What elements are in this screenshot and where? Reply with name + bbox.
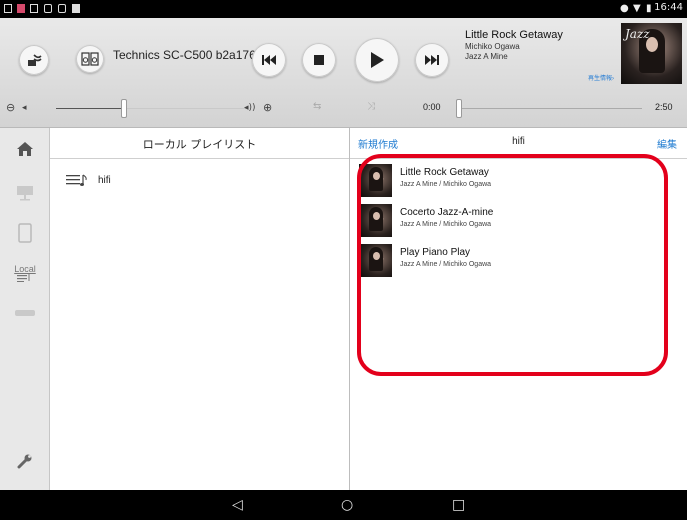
now-playing-title: Little Rock Getaway [465,29,563,41]
network-icon [17,186,33,201]
sidebar-item-network[interactable] [10,178,40,208]
status-bar: ● ▼ ▮ 16:44 [0,0,687,18]
home-icon [17,142,33,156]
skip-next-icon [425,55,439,65]
playlist-icon [66,174,87,186]
battery-icon: ▮ [646,3,652,14]
download-icon [58,4,66,13]
now-playing-artist: Michiko Ogawa [465,42,520,51]
speaker-wave-icon [28,54,42,66]
sidebar: Local [0,128,50,490]
device-name[interactable]: Technics SC-C500 b2a176 [113,48,256,62]
playlist-item-hifi[interactable]: hifi [66,170,326,190]
stop-button[interactable] [302,43,336,77]
download-icon [44,4,52,13]
settings-wrench-icon [17,454,32,469]
sidebar-item-device[interactable] [10,218,40,248]
output-device-button[interactable] [76,45,104,73]
sidebar-item-speaker[interactable] [10,298,40,328]
album-art[interactable]: Jazz [621,23,682,84]
wifi-icon: ▼ [633,3,641,14]
repeat-icon[interactable]: ⇆ [313,101,321,112]
panel-title: ローカル プレイリスト [142,138,257,151]
volume-up-button[interactable]: ⊕ [263,101,272,114]
download-icon [72,4,80,13]
highlight-annotation [357,154,668,376]
volume-down-button[interactable]: ⊖ [6,101,15,114]
speaker-low-icon: ◂ [22,103,27,113]
playback-info-link[interactable]: 再生情報› [588,73,614,82]
local-playlist-icon [17,274,30,282]
back-icon[interactable]: ◁ [232,497,243,513]
home-circle-icon[interactable]: ○ [341,497,353,513]
playlist-detail-title: hifi [512,136,525,147]
next-track-button[interactable] [415,43,449,77]
elapsed-time: 0:00 [423,102,441,112]
player-header: Technics SC-C500 b2a176 Little Rock Geta… [0,18,687,128]
stop-icon [314,55,324,65]
sidebar-item-settings[interactable] [10,446,40,476]
play-button[interactable] [355,38,399,82]
panel-header: ローカル プレイリスト [50,128,349,159]
speaker-selector-button[interactable] [19,45,49,75]
local-playlist-panel: ローカル プレイリスト hifi [50,128,349,490]
app-icon [17,4,25,13]
previous-track-button[interactable] [252,43,286,77]
skip-previous-icon [262,55,276,65]
recents-icon[interactable]: □ [452,497,465,513]
tablet-icon [18,223,32,243]
notification-icon [30,4,38,13]
album-art-text: Jazz [625,27,650,41]
volume-slider-handle[interactable] [121,99,127,118]
clock: 16:44 [654,2,683,13]
playlist-label: hifi [98,174,111,186]
edit-button[interactable]: 編集 [657,136,677,151]
play-icon [371,52,384,68]
sidebar-item-home[interactable] [10,134,40,164]
speakers-icon [81,52,99,66]
speaker-high-icon: ◂)) [244,103,256,113]
sidebar-local-label: Local [14,264,36,274]
system-nav-bar: ◁ ○ □ [0,490,687,520]
speaker-icon [15,310,35,316]
volume-fill [56,108,124,109]
sidebar-item-local[interactable]: Local [10,258,40,288]
seek-track [462,108,642,109]
total-duration: 2:50 [655,102,673,112]
now-playing-album: Jazz A Mine [465,52,508,61]
screen-icon [4,4,12,13]
shuffle-icon[interactable]: ⤨ [367,101,375,112]
do-not-disturb-icon: ● [620,3,629,14]
